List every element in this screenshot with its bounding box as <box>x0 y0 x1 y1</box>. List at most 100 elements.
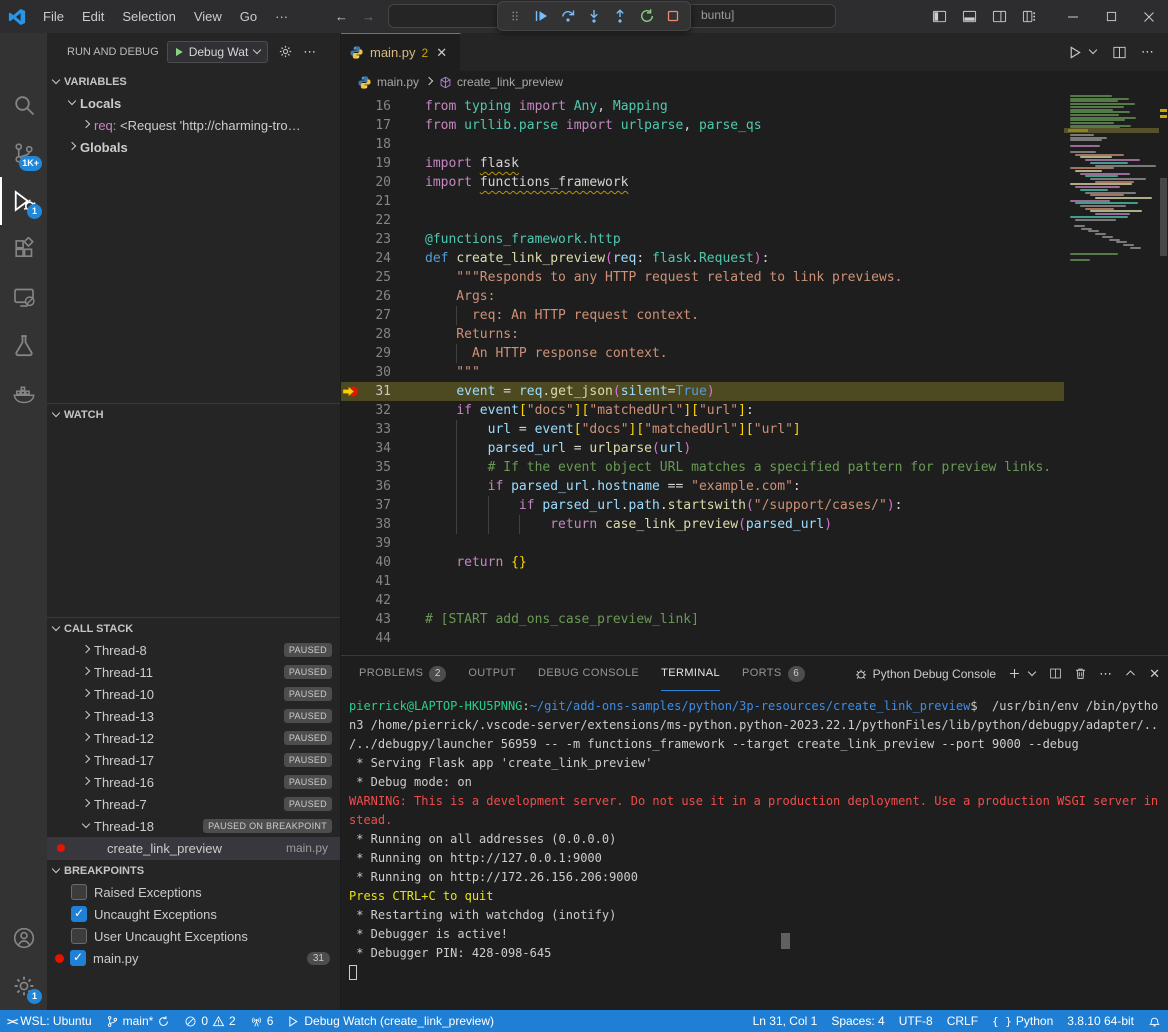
step-over-icon[interactable] <box>556 4 580 28</box>
maximize-panel-icon[interactable] <box>1124 667 1137 680</box>
paused-breakpoint-icon[interactable] <box>341 382 363 401</box>
menu-edit[interactable]: Edit <box>73 0 113 33</box>
close-panel-icon[interactable]: ✕ <box>1149 666 1160 682</box>
activity-settings[interactable]: 1 <box>0 962 47 1010</box>
status-branch[interactable]: main* <box>99 1010 178 1032</box>
panel-tab-output[interactable]: OUTPUT <box>468 656 516 691</box>
code-line[interactable]: 21 <box>341 192 1064 211</box>
code-line[interactable]: 26 Args: <box>341 287 1064 306</box>
code-line[interactable]: 25 """Responds to any HTTP request relat… <box>341 268 1064 287</box>
status-indentation[interactable]: Spaces: 4 <box>824 1010 891 1032</box>
terminal-prompt-line[interactable] <box>349 963 1168 982</box>
continue-icon[interactable] <box>529 4 553 28</box>
editor-more-actions-icon[interactable]: ⋯ <box>1141 44 1154 60</box>
close-tab-icon[interactable]: ✕ <box>436 45 447 61</box>
code-line[interactable]: 31 event = req.get_json(silent=True) <box>341 382 1064 401</box>
breakpoint-item[interactable]: Raised Exceptions <box>47 881 340 903</box>
status-debug-session[interactable]: Debug Watch (create_link_preview) <box>280 1010 501 1032</box>
status-encoding[interactable]: UTF-8 <box>892 1010 940 1032</box>
go-forward-icon[interactable]: → <box>362 9 375 24</box>
callstack-thread[interactable]: Thread-11PAUSED <box>47 661 340 683</box>
new-terminal-icon[interactable] <box>1008 667 1021 680</box>
variables-scope-globals[interactable]: Globals <box>47 136 340 158</box>
activity-source-control[interactable]: 1K+ <box>0 129 47 177</box>
layout-customize-icon[interactable] <box>1014 0 1044 33</box>
status-ports-forwarded[interactable]: 6 <box>243 1010 281 1032</box>
stop-icon[interactable] <box>661 4 685 28</box>
step-into-icon[interactable] <box>582 4 606 28</box>
run-dropdown-chevron-icon[interactable] <box>1088 47 1098 57</box>
status-remote[interactable]: ><WSL: Ubuntu <box>0 1010 99 1032</box>
layout-sidebar-right-icon[interactable] <box>984 0 1014 33</box>
code-line[interactable]: 24def create_link_preview(req: flask.Req… <box>341 249 1064 268</box>
variables-section-header[interactable]: VARIABLES <box>47 70 340 92</box>
panel-more-actions-icon[interactable]: ⋯ <box>1099 666 1112 682</box>
layout-sidebar-left-icon[interactable] <box>924 0 954 33</box>
code-line[interactable]: 38 return case_link_preview(parsed_url) <box>341 515 1064 534</box>
menu-view[interactable]: View <box>185 0 231 33</box>
breakpoint-item[interactable]: main.py31 <box>47 947 340 969</box>
panel-tab-debug-console[interactable]: DEBUG CONSOLE <box>538 656 639 691</box>
callstack-thread[interactable]: Thread-8PAUSED <box>47 639 340 661</box>
code-line[interactable]: 41 <box>341 572 1064 591</box>
breakpoints-section-header[interactable]: BREAKPOINTS <box>47 859 340 881</box>
terminal-dropdown-chevron-icon[interactable] <box>1027 669 1037 679</box>
run-python-file-icon[interactable] <box>1067 45 1082 60</box>
activity-remote-explorer[interactable] <box>0 273 47 321</box>
code-line[interactable]: 36 if parsed_url.hostname == "example.co… <box>341 477 1064 496</box>
callstack-thread[interactable]: Thread-18PAUSED ON BREAKPOINT <box>47 815 340 837</box>
callstack-thread[interactable]: Thread-17PAUSED <box>47 749 340 771</box>
breakpoint-checkbox[interactable] <box>71 906 87 922</box>
breadcrumb-symbol[interactable]: create_link_preview <box>457 75 563 89</box>
code-line[interactable]: 44 <box>341 629 1064 648</box>
tab-main-py[interactable]: main.py 2 ✕ <box>341 33 461 71</box>
code-line[interactable]: 34 parsed_url = urlparse(url) <box>341 439 1064 458</box>
code-line[interactable]: 42 <box>341 591 1064 610</box>
menu-selection[interactable]: Selection <box>113 0 184 33</box>
activity-search[interactable] <box>0 81 47 129</box>
status-eol[interactable]: CRLF <box>940 1010 985 1032</box>
code-line[interactable]: 18 <box>341 135 1064 154</box>
code-line[interactable]: 32 if event["docs"]["matchedUrl"]["url"]… <box>341 401 1064 420</box>
restart-icon[interactable] <box>635 4 659 28</box>
activity-testing[interactable] <box>0 321 47 369</box>
menu-go[interactable]: Go <box>231 0 266 33</box>
maximize-button[interactable] <box>1092 0 1130 33</box>
status-cursor-position[interactable]: Ln 31, Col 1 <box>746 1010 825 1032</box>
activity-accounts[interactable] <box>0 914 47 962</box>
step-out-icon[interactable] <box>608 4 632 28</box>
panel-tab-terminal[interactable]: TERMINAL <box>661 656 720 691</box>
breakpoint-item[interactable]: Uncaught Exceptions <box>47 903 340 925</box>
debug-more-actions-icon[interactable]: ⋯ <box>303 44 316 60</box>
activity-run-and-debug[interactable]: 1 <box>0 177 47 225</box>
code-line[interactable]: 35 # If the event object URL matches a s… <box>341 458 1064 477</box>
code-line[interactable]: 40 return {} <box>341 553 1064 572</box>
variables-scope-locals[interactable]: Locals <box>47 92 340 114</box>
callstack-frame[interactable]: create_link_previewmain.py <box>47 837 340 859</box>
breakpoint-item[interactable]: User Uncaught Exceptions <box>47 925 340 947</box>
code-line[interactable]: 30 """ <box>341 363 1064 382</box>
breakpoint-checkbox[interactable] <box>71 884 87 900</box>
menu-moremoremore[interactable]: ··· <box>266 0 297 33</box>
panel-tab-problems[interactable]: PROBLEMS2 <box>359 656 446 691</box>
watch-section-header[interactable]: WATCH <box>47 403 340 425</box>
kill-terminal-trash-icon[interactable] <box>1074 667 1087 680</box>
breadcrumb-file[interactable]: main.py <box>377 75 419 89</box>
minimap[interactable] <box>1064 93 1159 655</box>
code-area[interactable]: 16from typing import Any, Mapping17from … <box>341 93 1064 655</box>
terminal-instance-label[interactable]: Python Debug Console <box>854 667 996 681</box>
code-line[interactable]: 28 Returns: <box>341 325 1064 344</box>
status-problems[interactable]: 02 <box>177 1010 242 1032</box>
split-terminal-icon[interactable] <box>1049 667 1062 680</box>
layout-panel-icon[interactable] <box>954 0 984 33</box>
minimize-button[interactable] <box>1054 0 1092 33</box>
status-language-mode[interactable]: { }Python <box>985 1010 1060 1032</box>
code-line[interactable]: 39 <box>341 534 1064 553</box>
code-line[interactable]: 19import flask <box>341 154 1064 173</box>
callstack-thread[interactable]: Thread-10PAUSED <box>47 683 340 705</box>
status-python-interpreter[interactable]: 3.8.10 64-bit <box>1060 1010 1141 1032</box>
code-line[interactable]: 22 <box>341 211 1064 230</box>
code-line[interactable]: 23@functions_framework.http <box>341 230 1064 249</box>
go-back-icon[interactable]: ← <box>335 9 348 24</box>
code-line[interactable]: 17from urllib.parse import urlparse, par… <box>341 116 1064 135</box>
